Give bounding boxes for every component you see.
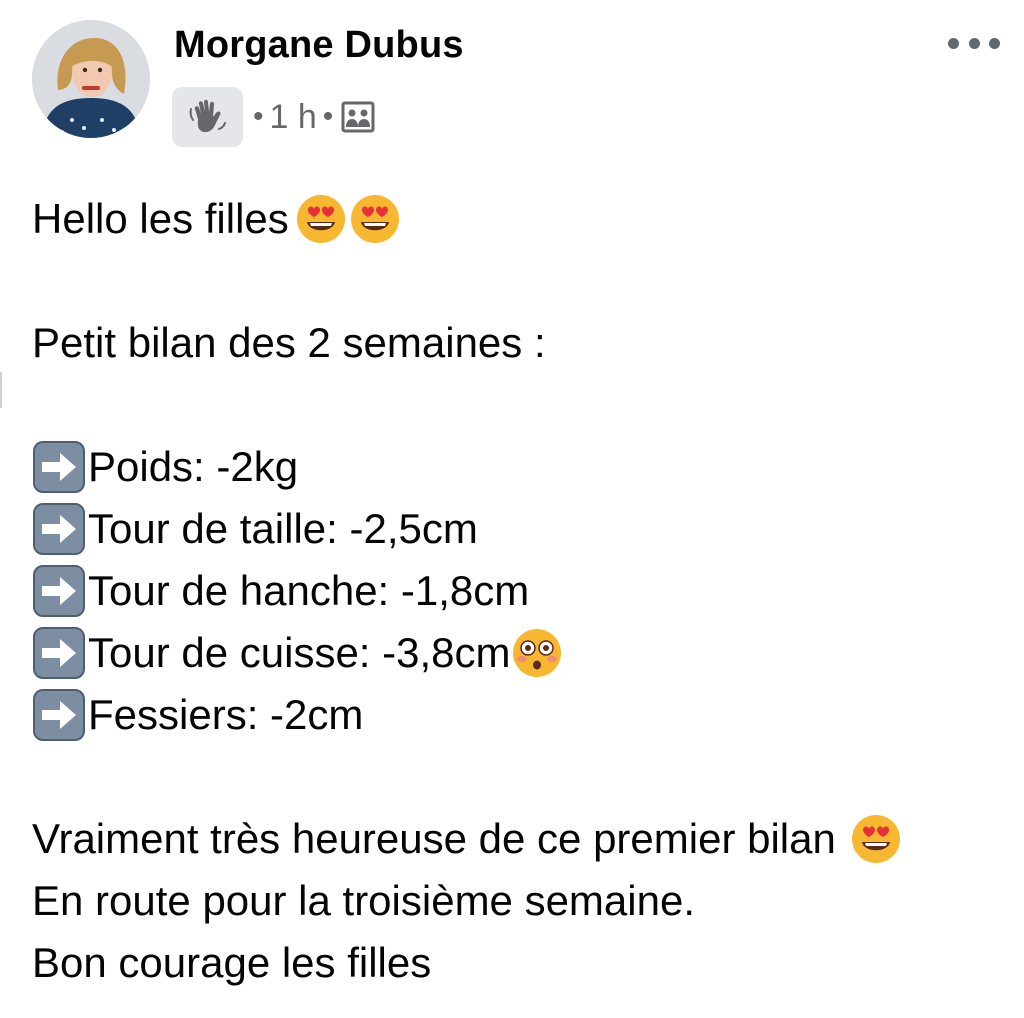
more-options-icon	[989, 37, 1000, 49]
stat-label: Fessiers: -2cm	[88, 691, 364, 738]
greeting-text: Hello les filles	[32, 195, 289, 242]
edge-divider	[0, 372, 2, 408]
group-icon[interactable]	[341, 100, 375, 134]
heart-eyes-emoji-icon	[350, 195, 399, 243]
closing-text-1: Vraiment très heureuse de ce premier bil…	[32, 815, 836, 862]
more-options-button[interactable]	[948, 28, 1000, 58]
heart-eyes-emoji-icon	[296, 195, 345, 243]
flushed-face-emoji-icon	[512, 629, 561, 677]
post-body: Hello les filles Petit bilan des 2 semai…	[32, 188, 1012, 994]
closing-line: Bon courage les filles	[32, 932, 1012, 994]
stat-item: Fessiers: -2cm	[32, 684, 1012, 746]
intro-line: Petit bilan des 2 semaines :	[32, 312, 1012, 374]
right-arrow-icon	[33, 689, 85, 741]
post-meta: • 1 h •	[172, 86, 375, 148]
stat-label: Tour de taille: -2,5cm	[88, 505, 478, 552]
stat-item: Tour de taille: -2,5cm	[32, 498, 1012, 560]
stat-item: Tour de hanche: -1,8cm	[32, 560, 1012, 622]
stat-label: Tour de hanche: -1,8cm	[88, 567, 530, 614]
closing-line: En route pour la troisième semaine.	[32, 870, 1012, 932]
meta-separator: •	[253, 100, 264, 133]
closing-text-3: Bon courage les filles	[32, 939, 432, 986]
avatar-photo	[32, 20, 150, 138]
stat-item: Tour de cuisse: -3,8cm	[32, 622, 1012, 684]
heart-eyes-emoji-icon	[851, 815, 900, 863]
avatar[interactable]	[32, 20, 150, 138]
right-arrow-icon	[33, 503, 85, 555]
post-time[interactable]: 1 h	[270, 98, 317, 137]
waving-hand-badge[interactable]	[172, 87, 243, 147]
waving-hand-icon	[189, 99, 226, 133]
right-arrow-icon	[33, 565, 85, 617]
intro-text: Petit bilan des 2 semaines :	[32, 319, 546, 366]
meta-separator: •	[322, 100, 334, 133]
author-name[interactable]: Morgane Dubus	[174, 24, 464, 67]
more-options-icon	[968, 37, 980, 49]
post-header: Morgane Dubus • 1 h •	[0, 0, 1024, 160]
stat-label: Tour de cuisse: -3,8cm	[88, 629, 511, 676]
right-arrow-icon	[33, 441, 85, 493]
right-arrow-icon	[33, 627, 85, 679]
closing-text-2: En route pour la troisième semaine.	[32, 877, 695, 924]
greeting-line: Hello les filles	[32, 188, 1012, 250]
stat-label: Poids: -2kg	[88, 443, 299, 490]
closing-line: Vraiment très heureuse de ce premier bil…	[32, 808, 1012, 870]
more-options-icon	[948, 37, 959, 49]
stat-item: Poids: -2kg	[32, 436, 1012, 498]
